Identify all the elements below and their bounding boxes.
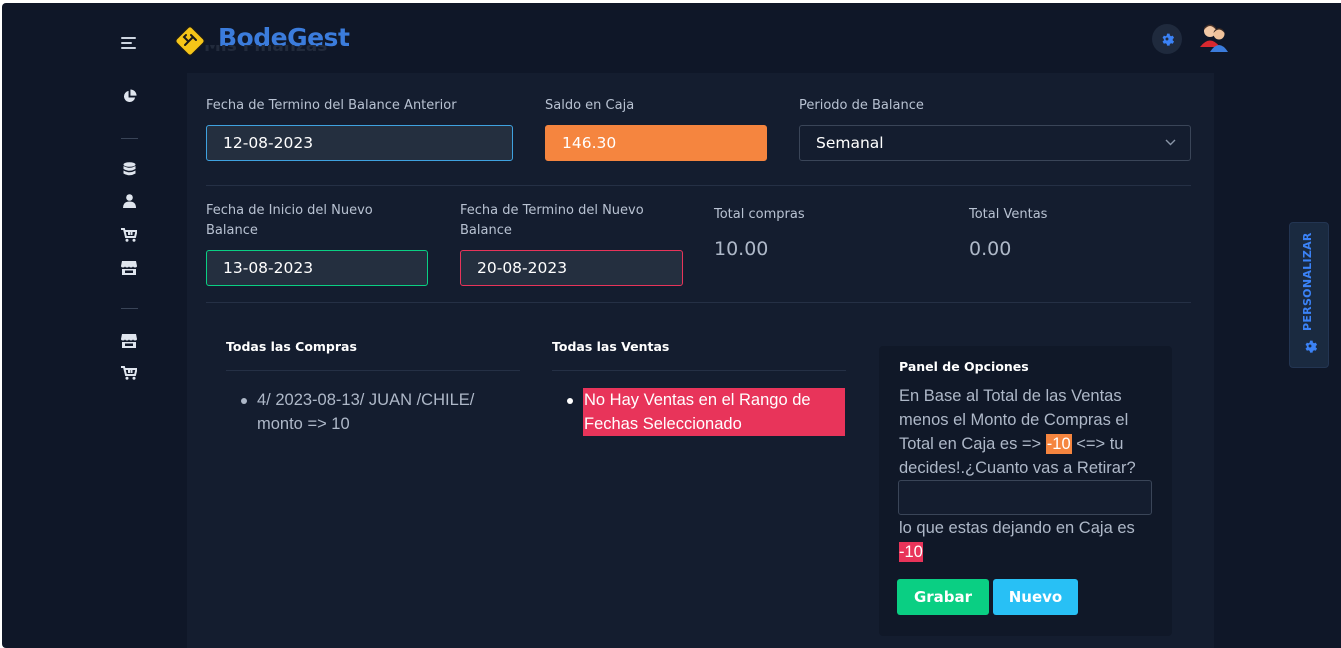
total-sales-label: Total Ventas	[969, 207, 1048, 222]
withdraw-amount-input[interactable]	[898, 480, 1152, 515]
divider	[226, 370, 520, 371]
sidebar-item-database[interactable]	[120, 161, 138, 177]
cart-icon	[121, 228, 137, 242]
divider	[206, 302, 1191, 303]
logo-icon	[174, 25, 206, 57]
purchase-list-item: 4/ 2023-08-13/ JUAN /CHILE/ monto => 10	[257, 391, 475, 433]
sidebar-divider	[121, 138, 138, 139]
sidebar-item-store-2[interactable]	[120, 333, 138, 349]
period-label: Periodo de Balance	[799, 98, 924, 113]
divider	[206, 185, 1191, 186]
purchases-title: Todas las Compras	[226, 339, 357, 354]
options-text-line: Total en Caja es => -10 <=> tu	[899, 432, 1124, 456]
cart-icon	[121, 366, 137, 380]
total-sales-value: 0.00	[969, 238, 1012, 260]
new-start-date-field[interactable]: 13-08-2023	[206, 250, 428, 286]
prev-end-label: Fecha de Termino del Balance Anterior	[206, 98, 457, 113]
options-panel-title: Panel de Opciones	[899, 359, 1029, 374]
options-text-fragment: <=> tu	[1076, 435, 1124, 453]
page-title: Mis Finanzas	[204, 45, 328, 56]
divider	[552, 370, 846, 371]
sales-title: Todas las Ventas	[552, 339, 670, 354]
sidebar-item-store[interactable]	[120, 260, 138, 276]
new-end-date-field[interactable]: 20-08-2023	[460, 250, 683, 286]
chart-pie-icon	[123, 88, 137, 102]
new-end-label: Fecha de Termino del Nuevo Balance	[460, 203, 644, 238]
customize-label: PERSONALIZAR	[1301, 232, 1314, 331]
chevron-down-icon	[1165, 139, 1176, 146]
user-icon	[122, 194, 136, 208]
remaining-line: -10	[899, 540, 923, 564]
new-start-label: Fecha de Inicio del Nuevo Balance	[206, 203, 373, 238]
options-text-line: En Base al Total de las Ventas	[899, 387, 1122, 405]
save-button[interactable]: Grabar	[897, 579, 989, 615]
options-text-fragment: Total en Caja es =>	[899, 435, 1042, 453]
period-select[interactable]: Semanal	[799, 125, 1191, 161]
gear-icon	[1162, 33, 1175, 46]
store-icon	[121, 261, 137, 275]
app-window: BodeGest Mis Finanzas Fecha de Termino d…	[2, 3, 1341, 648]
store-icon	[121, 334, 137, 348]
total-purchases-label: Total compras	[714, 207, 805, 222]
cash-field[interactable]: 146.30	[545, 125, 767, 161]
cash-total-badge: -10	[1045, 434, 1072, 454]
total-purchases-value: 10.00	[714, 238, 769, 260]
sidebar-item-purchases[interactable]	[120, 227, 138, 243]
remaining-value-badge: -10	[899, 542, 923, 562]
sidebar-item-cart-2[interactable]	[120, 365, 138, 381]
sidebar-item-dashboard[interactable]	[120, 88, 138, 104]
customize-tab[interactable]: PERSONALIZAR	[1289, 222, 1329, 368]
options-text-line: menos el Monto de Compras el	[899, 411, 1129, 429]
new-button[interactable]: Nuevo	[993, 579, 1078, 615]
remaining-text: lo que estas dejando en Caja es	[899, 519, 1135, 537]
user-avatar[interactable]	[1198, 21, 1232, 55]
sidebar-item-users[interactable]	[120, 193, 138, 209]
menu-toggle-icon[interactable]	[121, 37, 136, 49]
gear-icon	[1305, 340, 1318, 353]
settings-button[interactable]	[1152, 24, 1182, 54]
period-select-value: Semanal	[816, 134, 884, 152]
cash-label: Saldo en Caja	[545, 98, 635, 113]
list-bullet	[567, 398, 573, 404]
sales-empty-message: No Hay Ventas en el Rango de Fechas Sele…	[583, 388, 845, 436]
list-bullet	[241, 398, 247, 404]
database-icon	[123, 162, 135, 176]
sidebar-divider	[121, 308, 138, 309]
options-text-line: decides!.¿Cuanto vas a Retirar?	[899, 459, 1136, 477]
prev-end-date-field[interactable]: 12-08-2023	[206, 125, 513, 161]
